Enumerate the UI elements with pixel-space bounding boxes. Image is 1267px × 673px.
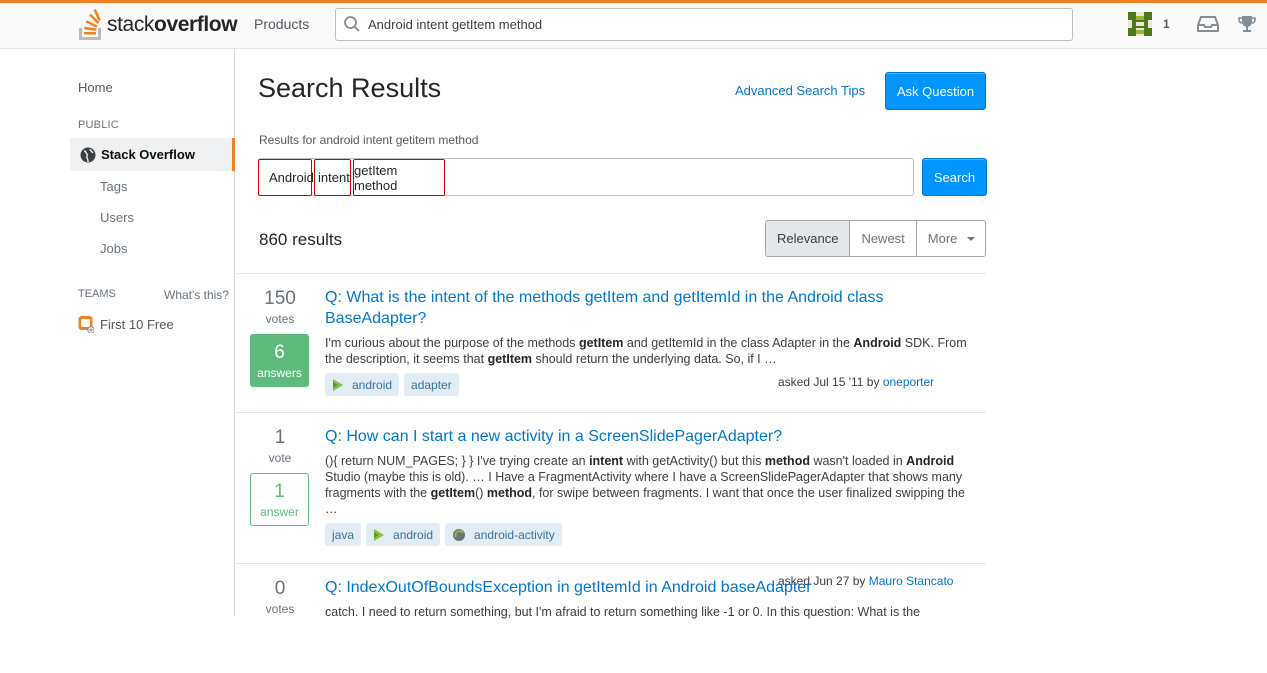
query-token[interactable]: getItem method xyxy=(353,159,445,196)
result-excerpt: (){ return NUM_PAGES; } } I've trying cr… xyxy=(325,454,965,516)
asked-info: asked Jul 15 '11 by oneporter xyxy=(778,375,935,389)
sidebar-item-jobs[interactable]: Jobs xyxy=(100,241,127,256)
sidebar-heading-public: PUBLIC xyxy=(78,119,119,131)
question-title-link[interactable]: Q: IndexOutOfBoundsException in getItemI… xyxy=(325,577,973,598)
android-tag-icon xyxy=(333,378,343,391)
chevron-down-icon xyxy=(967,236,976,241)
sidebar-item-stack-overflow[interactable]: Stack Overflow xyxy=(70,138,235,171)
question-title-link[interactable]: Q: What is the intent of the methods get… xyxy=(325,287,973,329)
whats-this-link[interactable]: What's this? xyxy=(164,288,229,302)
vote-count: 1 xyxy=(274,427,286,448)
tag-adapter[interactable]: adapter xyxy=(404,373,459,396)
top-search-input[interactable] xyxy=(368,9,1058,40)
search-result: 1 vote 1 answer Q: How can I start a new… xyxy=(236,412,986,588)
result-excerpt: catch. I need to return something, but I… xyxy=(325,605,921,619)
answer-count-badge: 1 answer xyxy=(250,473,309,526)
achievements-icon[interactable] xyxy=(1235,12,1259,36)
sidebar-item-label: First 10 Free xyxy=(100,316,174,332)
sidebar-item-first-free[interactable]: First 10 Free xyxy=(78,315,174,333)
page-title: Search Results xyxy=(258,73,442,103)
tag-list: java android android-activity xyxy=(325,523,973,546)
sort-relevance[interactable]: Relevance xyxy=(766,221,850,256)
vote-label: votes xyxy=(265,312,295,326)
android-tag-icon xyxy=(374,528,385,541)
tag-android[interactable]: android xyxy=(325,373,400,396)
result-stats: 1 vote 1 answer xyxy=(250,427,310,526)
logo-text: stackoverflow xyxy=(107,13,238,36)
query-token[interactable]: Android xyxy=(258,159,314,196)
top-right-controls: 1 xyxy=(1128,12,1267,36)
result-summary: Q: IndexOutOfBoundsException in getItemI… xyxy=(325,577,973,620)
sort-more-label: More xyxy=(927,231,958,246)
top-search-box[interactable] xyxy=(335,8,1073,41)
ask-question-button[interactable]: Ask Question xyxy=(885,72,986,110)
result-stats: 150 votes 6 answers xyxy=(250,288,310,387)
vote-label: vote xyxy=(268,451,292,465)
answer-count: 1 xyxy=(274,480,285,502)
products-menu[interactable]: Products xyxy=(247,12,316,36)
inbox-icon[interactable] xyxy=(1196,12,1220,36)
user-link[interactable]: oneporter xyxy=(883,375,934,389)
sidebar-item-home[interactable]: Home xyxy=(78,80,113,95)
teams-icon xyxy=(78,316,94,333)
result-excerpt: I'm curious about the purpose of the met… xyxy=(325,336,967,366)
vote-count: 150 xyxy=(264,288,296,309)
query-input[interactable]: Android intent getItem method xyxy=(258,158,914,196)
reputation-count: 1 xyxy=(1163,17,1170,31)
sidebar-item-tags[interactable]: Tags xyxy=(100,179,127,194)
tag-android[interactable]: android xyxy=(366,523,441,546)
result-count: 860 results xyxy=(259,230,343,249)
top-bar: stackoverflow Products 1 xyxy=(0,0,1267,49)
left-sidebar: Home PUBLIC Stack Overflow Tags Users Jo… xyxy=(0,49,235,616)
question-title-link[interactable]: Q: How can I start a new activity in a S… xyxy=(325,426,973,447)
search-button[interactable]: Search xyxy=(922,158,987,196)
sidebar-heading-teams: TEAMS xyxy=(78,288,116,300)
answer-label: answers xyxy=(257,365,302,380)
stack-logo-icon xyxy=(79,9,101,40)
sidebar-item-label: Stack Overflow xyxy=(101,147,195,162)
search-result: 150 votes 6 answers Q: What is the inten… xyxy=(236,273,986,413)
search-result: 0 votes Q: IndexOutOfBoundsException in … xyxy=(236,563,986,673)
globe-icon xyxy=(80,147,96,162)
sort-newest[interactable]: Newest xyxy=(849,221,916,256)
results-for-text: Results for android intent getitem metho… xyxy=(259,133,479,147)
avatar[interactable] xyxy=(1128,12,1152,36)
tag-java[interactable]: java xyxy=(325,523,362,546)
vote-label: votes xyxy=(265,602,295,616)
answer-label: answer xyxy=(260,504,299,519)
sort-more[interactable]: More xyxy=(915,221,986,256)
tag-android-activity[interactable]: android-activity xyxy=(445,523,562,546)
stackoverflow-logo[interactable]: stackoverflow xyxy=(77,7,238,43)
search-icon xyxy=(344,16,360,32)
vote-count: 0 xyxy=(274,578,286,599)
result-summary: Q: How can I start a new activity in a S… xyxy=(325,426,973,546)
android-activity-tag-icon xyxy=(453,528,466,541)
sidebar-item-users[interactable]: Users xyxy=(100,210,134,225)
answer-count-badge: 6 answers xyxy=(250,334,309,387)
query-token[interactable]: intent xyxy=(314,159,351,196)
sort-tabs: Relevance Newest More xyxy=(765,220,987,257)
answer-count: 6 xyxy=(274,341,285,363)
result-stats: 0 votes xyxy=(250,578,310,616)
advanced-search-tips-link[interactable]: Advanced Search Tips xyxy=(735,83,865,98)
